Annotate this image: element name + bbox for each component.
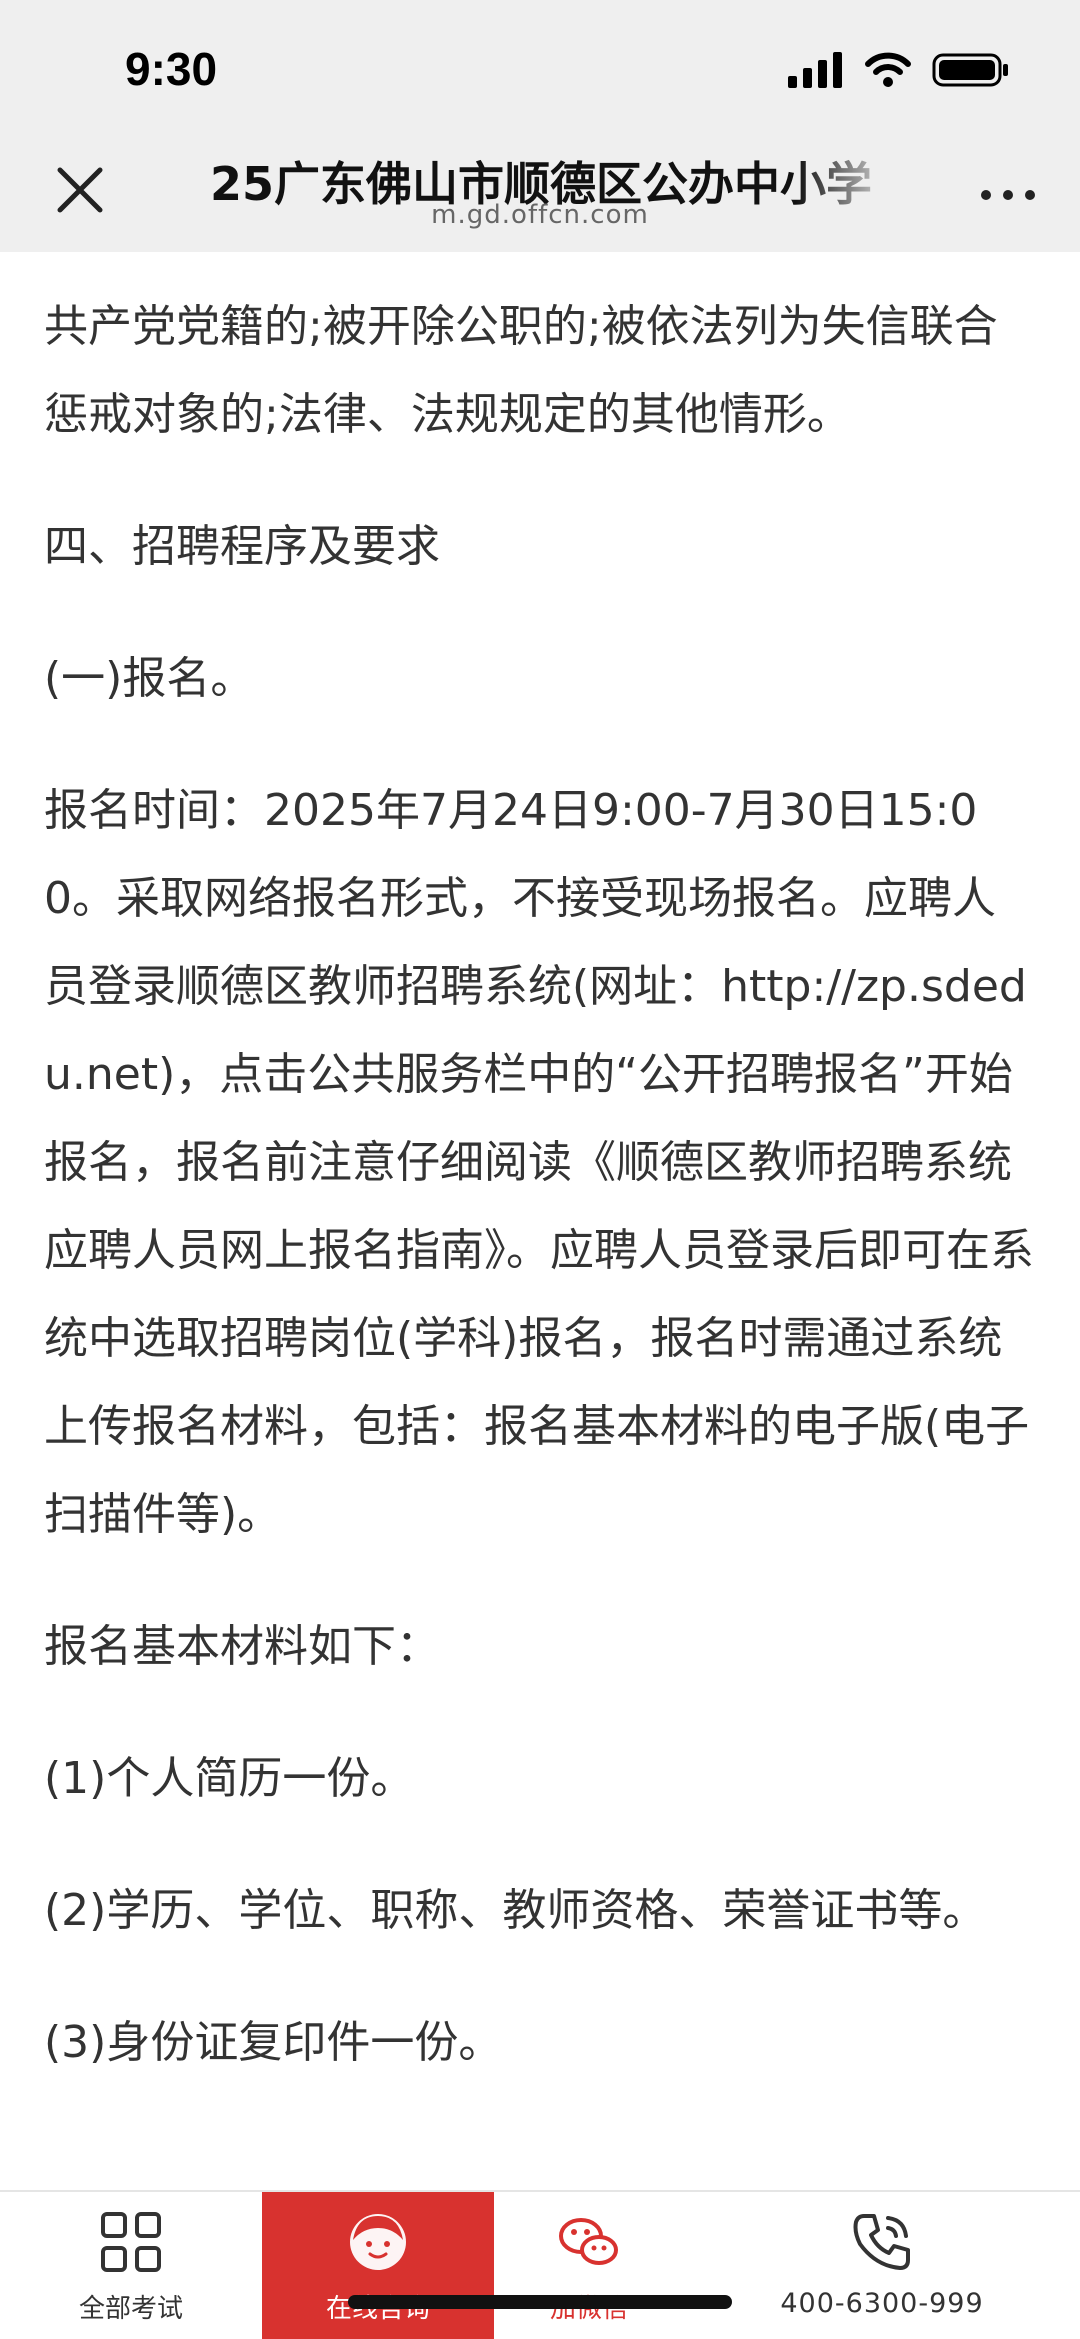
browser-header: 9:30 25广东佛山市顺德区公办中小学 m.gd.offcn.com <box>0 0 1080 252</box>
tab-phone[interactable]: 400-6300-999 <box>684 2192 1080 2339</box>
status-icons <box>788 50 1010 90</box>
page-title: 25广东佛山市顺德区公办中小学 <box>210 157 873 208</box>
article-paragraph: 报名时间：2025年7月24日9:00-7月30日15:00。采取网络报名形式，… <box>44 785 1034 1540</box>
signal-icon <box>788 52 842 88</box>
phone-icon <box>853 2214 910 2270</box>
tab-online-consult[interactable]: 在线咨询 <box>262 2192 494 2339</box>
list-item: (3)身份证复印件一份。 <box>44 2017 503 2068</box>
article-paragraph: 报名基本材料如下： <box>44 1621 440 1672</box>
grid-icon <box>101 2212 161 2272</box>
page-url: m.gd.offcn.com <box>431 200 649 230</box>
consultant-avatar-icon <box>350 2214 406 2270</box>
tab-all-exams[interactable]: 全部考试 <box>0 2192 262 2339</box>
wechat-icon <box>559 2218 618 2265</box>
status-time: 9:30 <box>125 43 218 95</box>
tab-label: 全部考试 <box>78 2294 183 2324</box>
tab-add-wechat[interactable]: 加微信 <box>494 2192 684 2339</box>
article-body: 共产党党籍的;被开除公职的;被依法列为失信联合惩戒对象的;法律、法规规定的其他情… <box>0 175 1080 2165</box>
tab-label: 400-6300-999 <box>780 2288 984 2319</box>
bottom-bar: 全部考试 在线咨询 加微信 400-6300-999 <box>0 2190 1080 2339</box>
list-item: (1)个人简历一份。 <box>44 1753 415 1804</box>
subsection-heading: (一)报名。 <box>44 653 255 704</box>
section-heading: 四、招聘程序及要求 <box>44 521 440 572</box>
battery-icon <box>932 53 1008 87</box>
wifi-icon <box>865 52 911 87</box>
more-dots-icon[interactable] <box>978 180 1038 210</box>
home-indicator[interactable] <box>348 2295 732 2309</box>
list-item: (2)学历、学位、职称、教师资格、荣誉证书等。 <box>44 1885 987 1936</box>
article-paragraph: 共产党党籍的;被开除公职的;被依法列为失信联合惩戒对象的;法律、法规规定的其他情… <box>44 301 998 440</box>
